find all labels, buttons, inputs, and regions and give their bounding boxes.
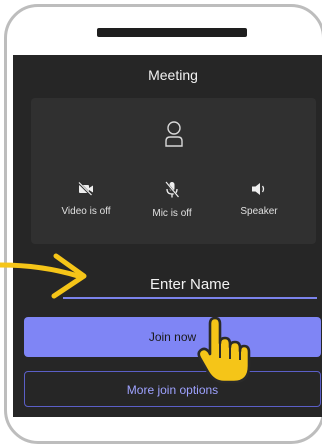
mic-off-icon — [165, 181, 179, 198]
join-now-button[interactable]: Join now — [24, 317, 321, 357]
video-preview: Video is off Mic is off Speaker — [31, 98, 316, 244]
meeting-title: Meeting — [148, 67, 198, 83]
mic-toggle[interactable]: Mic is off — [127, 181, 217, 219]
name-input[interactable] — [63, 271, 317, 299]
person-outline-icon — [165, 121, 183, 147]
video-off-icon — [78, 182, 93, 196]
meeting-screen: Meeting Video is off Mic is off Speaker … — [13, 55, 322, 417]
video-toggle-label: Video is off — [61, 206, 111, 217]
speaker-icon — [252, 183, 265, 195]
speaker-toggle-label: Speaker — [240, 206, 278, 217]
hand-pointer-icon — [197, 316, 251, 384]
pointing-arrow-icon — [0, 253, 87, 299]
speaker-toggle[interactable]: Speaker — [214, 181, 304, 217]
mic-toggle-label: Mic is off — [152, 208, 192, 219]
phone-speaker-slot — [97, 28, 247, 37]
video-toggle[interactable]: Video is off — [41, 181, 131, 217]
more-join-options-button[interactable]: More join options — [24, 371, 321, 407]
